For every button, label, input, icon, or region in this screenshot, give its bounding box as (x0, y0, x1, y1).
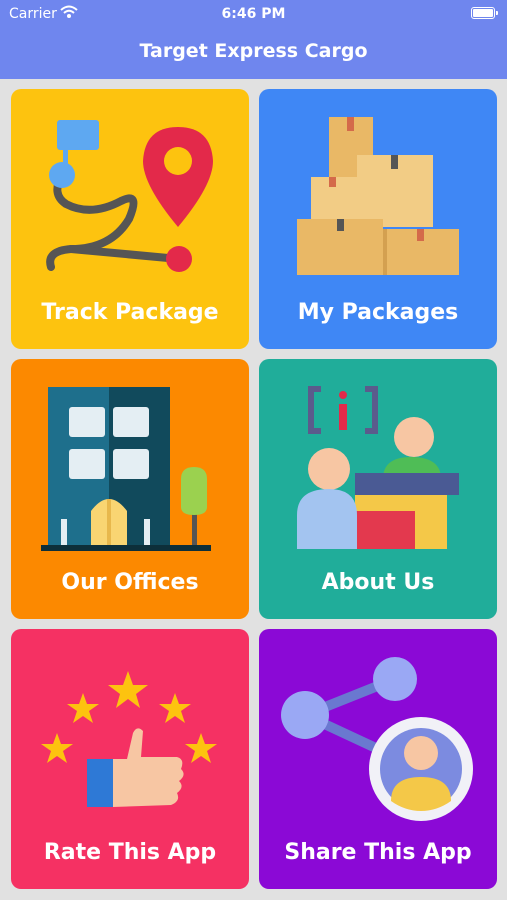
info-desk-icon (297, 386, 459, 549)
thumbs-up-stars-icon (41, 671, 217, 807)
rate-this-app-label: Rate This App (43, 840, 217, 865)
track-package-tile[interactable]: Track Package (11, 89, 249, 349)
office-building-icon (41, 387, 211, 551)
about-us-tile[interactable]: About Us (259, 359, 497, 619)
track-package-label: Track Package (41, 300, 219, 325)
packages-icon (297, 117, 459, 275)
share-this-app-label: Share This App (284, 840, 472, 865)
status-time: 6:46 PM (221, 6, 286, 22)
our-offices-label: Our Offices (61, 570, 199, 595)
about-us-label: About Us (321, 570, 435, 595)
battery-icon (471, 7, 498, 19)
route-map-pin-icon (46, 120, 213, 272)
share-this-app-tile[interactable]: Share This App (259, 629, 497, 889)
my-packages-tile[interactable]: My Packages (259, 89, 497, 349)
status-bar: Carrier 6:46 PM (0, 0, 507, 28)
share-network-icon (281, 657, 473, 821)
page-title: Target Express Cargo (139, 40, 368, 62)
our-offices-tile[interactable]: Our Offices (11, 359, 249, 619)
rate-this-app-tile[interactable]: Rate This App (11, 629, 249, 889)
navigation-bar: Carrier 6:46 PM Target Express Cargo (0, 0, 507, 79)
my-packages-label: My Packages (297, 300, 459, 325)
